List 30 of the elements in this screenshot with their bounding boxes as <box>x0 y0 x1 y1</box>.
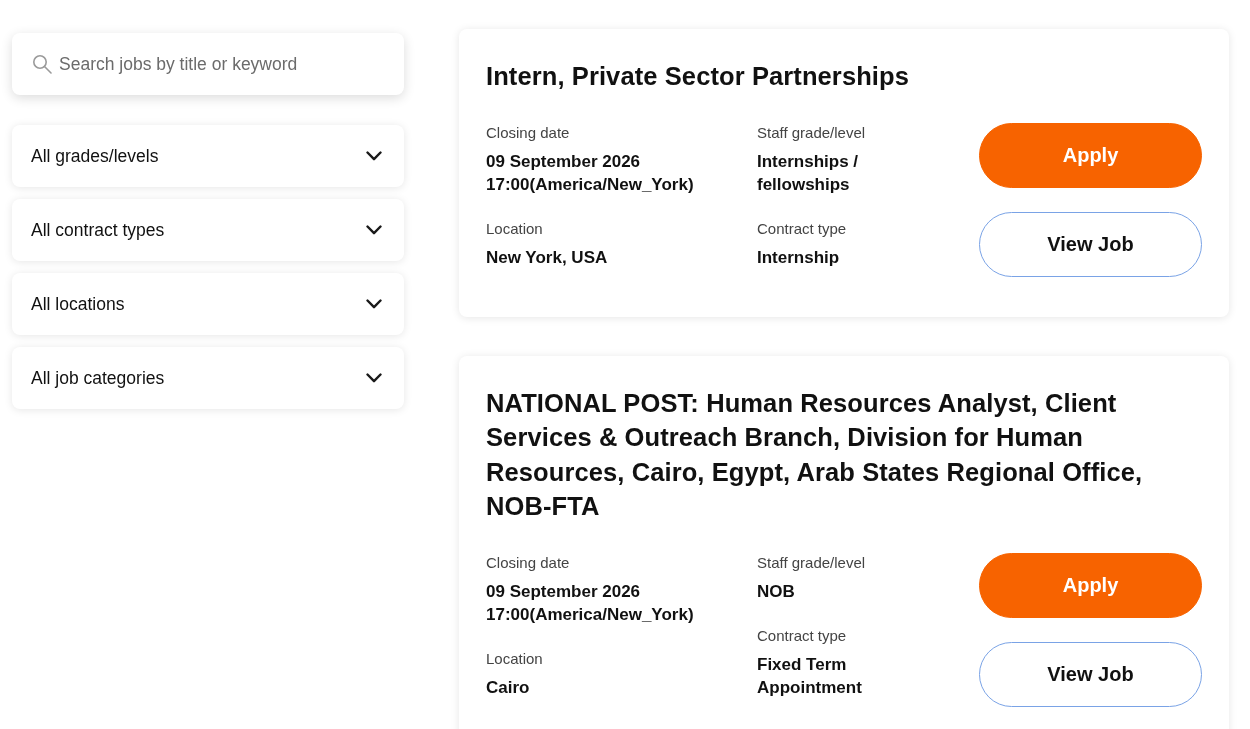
field-label: Contract type <box>757 625 848 646</box>
field-label: Location <box>486 648 544 669</box>
field-label: Staff grade/level <box>757 122 867 143</box>
field-label: Closing date <box>486 122 571 143</box>
chevron-down-icon <box>366 299 382 309</box>
search-field[interactable]: Search jobs by title or keyword <box>12 33 404 95</box>
field-label: Staff grade/level <box>757 552 867 573</box>
field-value: Fixed Term Appointment <box>757 653 863 699</box>
search-icon <box>32 54 52 74</box>
view-job-button[interactable]: View Job <box>979 641 1202 707</box>
field-value: New York, USA <box>486 246 609 269</box>
field-value: Internships / fellowships <box>757 150 860 196</box>
chevron-down-icon <box>366 373 382 383</box>
field-value: Internship <box>757 246 841 269</box>
field-value: 09 September 2026 17:00(America/New_York) <box>486 580 695 626</box>
job-title: NATIONAL POST: Human Resources Analyst, Client Services & Outreach Branch, Division for Human Resources, Cairo, Egypt, Arab States Regional Office, NOB-FTA <box>486 387 1144 522</box>
job-title: Intern, Private Sector Partnerships <box>486 61 910 92</box>
filter-dropdown[interactable]: All grades/levels <box>12 125 404 187</box>
field-label: Location <box>486 218 544 239</box>
field-value: 09 September 2026 17:00(America/New_York) <box>486 150 695 196</box>
field-value: NOB <box>757 580 796 603</box>
view-job-button[interactable]: View Job <box>979 211 1202 277</box>
field-label: Closing date <box>486 552 571 573</box>
field-value: Cairo <box>486 676 531 699</box>
filter-dropdown[interactable]: All job categories <box>12 347 404 409</box>
filter-dropdown[interactable]: All locations <box>12 273 404 335</box>
filter-dropdown[interactable]: All contract types <box>12 199 404 261</box>
chevron-down-icon <box>366 225 382 235</box>
field-label: Contract type <box>757 218 848 239</box>
chevron-down-icon <box>366 151 382 161</box>
